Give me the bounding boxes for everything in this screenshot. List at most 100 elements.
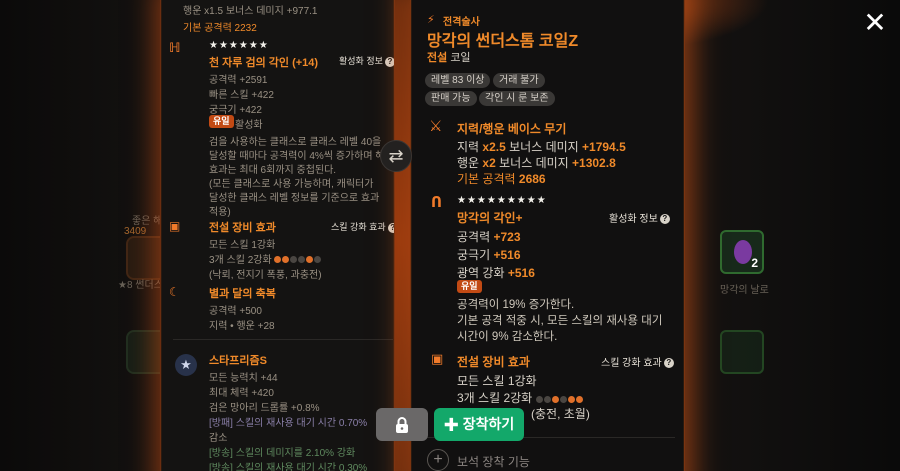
es-value: +516 bbox=[507, 266, 535, 280]
legend-icon: ▣ bbox=[431, 351, 444, 366]
enhance-dots bbox=[274, 255, 322, 266]
moon-line: 공격력 +500 bbox=[209, 306, 262, 317]
bg-item-label: 좋은 해 bbox=[132, 216, 163, 227]
enhance-dots bbox=[535, 392, 584, 406]
help-icon: ? bbox=[384, 56, 394, 67]
legend-line-2: 3개 스킬 2강화 bbox=[209, 251, 322, 266]
unique-status: 활성화 bbox=[235, 120, 263, 131]
es-value: +516 bbox=[493, 248, 521, 262]
base-attack-value: 2686 bbox=[518, 172, 546, 186]
wl-value: +1794.5 bbox=[582, 140, 626, 154]
star-line: [방패] 스킬의 재사용 대기 시간 0.70% bbox=[209, 418, 368, 429]
item-grade: 전설 bbox=[427, 52, 448, 64]
help-icon: ? bbox=[387, 222, 394, 233]
item-name: 망각의 썬더스톰 코일Z bbox=[427, 33, 579, 50]
legend-line-2: 3개 스킬 2강화 bbox=[457, 389, 584, 406]
engrave-stat: 공격력 +723 bbox=[457, 228, 521, 245]
es-label: 공격력 bbox=[457, 230, 494, 244]
weapon-icon: ⚔ bbox=[429, 118, 443, 135]
desc-line: 달성할 때마다 공격력이 4%씩 증가하며 해당 bbox=[209, 151, 394, 162]
equip-label: 장착하기 bbox=[462, 416, 515, 432]
stat-attack: 공격력 +2591 bbox=[209, 75, 268, 86]
lock-button[interactable] bbox=[376, 408, 428, 441]
es-label: 궁극기 bbox=[457, 248, 494, 262]
weapon-line-2: 행운 x2 보너스 데미지 +1302.8 bbox=[457, 154, 616, 171]
moon-icon: ☾ bbox=[169, 285, 180, 299]
legend-line-3: (충전, 초월) bbox=[531, 407, 590, 421]
skill-effect-info-button[interactable]: 스킬 강화 효과? bbox=[331, 220, 394, 233]
legend-line-text: 3개 스킬 2강화 bbox=[209, 255, 272, 266]
item-grade-type: 전설 코일 bbox=[427, 49, 471, 65]
es-label: 광역 강화 bbox=[457, 266, 508, 280]
orb-icon bbox=[734, 240, 752, 264]
class-icon: ⚡ bbox=[427, 14, 435, 26]
lock-icon bbox=[396, 417, 408, 434]
activation-info-label: 활성화 정보 bbox=[609, 214, 658, 225]
wl-mult: x2 bbox=[482, 156, 496, 170]
bg-item-slot-right-2 bbox=[720, 330, 764, 374]
stat-quick: 빠른 스킬 +422 bbox=[209, 90, 274, 101]
weapon-line-1: 지력 x2.5 보너스 데미지 +1794.5 bbox=[457, 138, 626, 155]
weapon-title: 지력/행운 베이스 무기 bbox=[457, 122, 567, 136]
plus-icon: ✚ bbox=[443, 414, 459, 435]
right-item-card[interactable]: ⚡ 전격술사 망각의 썬더스톰 코일Z 전설 코일 레벨 83 이상 거래 불가… bbox=[410, 0, 685, 471]
unique-badge: 유일 bbox=[457, 280, 482, 293]
wl-prefix: 행운 bbox=[457, 156, 483, 170]
star-line: 감소 bbox=[209, 433, 228, 444]
legend-line-1: 모든 스킬 1강화 bbox=[457, 374, 537, 388]
add-gem-icon[interactable]: + bbox=[427, 449, 449, 471]
star-line: [방송] 스킬의 재사용 대기 시간 0.30% bbox=[209, 463, 368, 471]
desc-line: 효과는 최대 6회까지 중첩된다. bbox=[209, 165, 337, 176]
wl-value: +1302.8 bbox=[572, 156, 616, 170]
moon-title: 별과 달의 축복 bbox=[209, 288, 276, 300]
tag-rune: 각인 시 룬 보존 bbox=[479, 91, 555, 106]
equip-button[interactable]: ✚ 장착하기 bbox=[434, 408, 524, 441]
help-icon: ? bbox=[659, 214, 670, 225]
stat-line: 행운 x1.5 보너스 데미지 +977.1 bbox=[183, 6, 318, 17]
help-icon: ? bbox=[663, 358, 674, 369]
close-icon: ✕ bbox=[863, 7, 887, 38]
activation-info-label: 활성화 정보 bbox=[339, 56, 383, 66]
wl-mid: 보너스 데미지 bbox=[495, 156, 573, 170]
star-line: [방송] 스킬의 데미지를 2.10% 강화 bbox=[209, 448, 356, 459]
left-item-card[interactable]: 행운 x1.5 보너스 데미지 +977.1 기본 공격력 2232 ℍ ★★★… bbox=[160, 0, 395, 471]
engrave-title: 망각의 각인+ bbox=[457, 211, 523, 225]
engrave-stat: 광역 강화 +516 bbox=[457, 264, 535, 281]
item-type: 코일 bbox=[450, 52, 471, 64]
base-attack-label: 기본 공격력 bbox=[457, 172, 516, 186]
engrave-icon: ℍ bbox=[169, 40, 181, 55]
class-label: 전격술사 bbox=[443, 17, 480, 28]
unique-badge: 유일 bbox=[209, 115, 234, 128]
item-count: 2 bbox=[751, 256, 758, 270]
tag-level: 레벨 83 이상 bbox=[425, 73, 491, 88]
wl-prefix: 지력 bbox=[457, 140, 483, 154]
divider bbox=[173, 339, 393, 340]
gem-slot-label: 보석 장착 기능 bbox=[457, 455, 530, 469]
stat-ultimate: 궁극기 +422 bbox=[209, 105, 262, 116]
skill-effect-info-button[interactable]: 스킬 강화 효과? bbox=[601, 354, 674, 369]
bg-item-name-right: 망각의 날로 bbox=[720, 285, 769, 296]
activation-info-button[interactable]: 활성화 정보? bbox=[339, 54, 394, 67]
desc-line: 검을 사용하는 클래스로 클래스 레벨 40을 bbox=[209, 137, 382, 148]
es-value: +723 bbox=[493, 230, 521, 244]
desc-line: 달성한 클래스 레벨 정보를 기준으로 효과 bbox=[209, 193, 380, 204]
legend-line: (낙뢰, 전지기 폭풍, 과충전) bbox=[209, 270, 322, 281]
bg-item-slot-right: 2 bbox=[720, 230, 764, 274]
desc-line: (모든 클래스로 사용 가능하며, 캐릭터가 bbox=[209, 179, 374, 190]
legend-line-text: 3개 스킬 2강화 bbox=[457, 391, 533, 405]
engrave-icon: Ո bbox=[431, 194, 442, 211]
moon-line: 지력 • 행운 +28 bbox=[209, 321, 275, 332]
tag-sell: 판매 가능 bbox=[425, 91, 477, 106]
activation-info-button[interactable]: 활성화 정보? bbox=[609, 210, 670, 225]
close-button[interactable]: ✕ bbox=[862, 7, 888, 38]
legend-title: 전설 장비 효과 bbox=[209, 222, 276, 234]
base-attack: 기본 공격력 2686 bbox=[457, 170, 546, 187]
stars: ★★★★★★★★★ bbox=[457, 195, 547, 206]
star-prism-title: 스타프리즘S bbox=[209, 355, 267, 367]
swap-button[interactable]: ⇄ bbox=[380, 140, 412, 172]
star-line: 검은 망아리 드롭률 +0.8% bbox=[209, 403, 320, 414]
skill-effect-label: 스킬 강화 효과 bbox=[331, 222, 386, 232]
unique-desc: 기본 공격 적중 시, 모든 스킬의 재사용 대기 bbox=[457, 315, 663, 327]
wl-mid: 보너스 데미지 bbox=[505, 140, 583, 154]
legend-line: 모든 스킬 1강화 bbox=[209, 240, 276, 251]
